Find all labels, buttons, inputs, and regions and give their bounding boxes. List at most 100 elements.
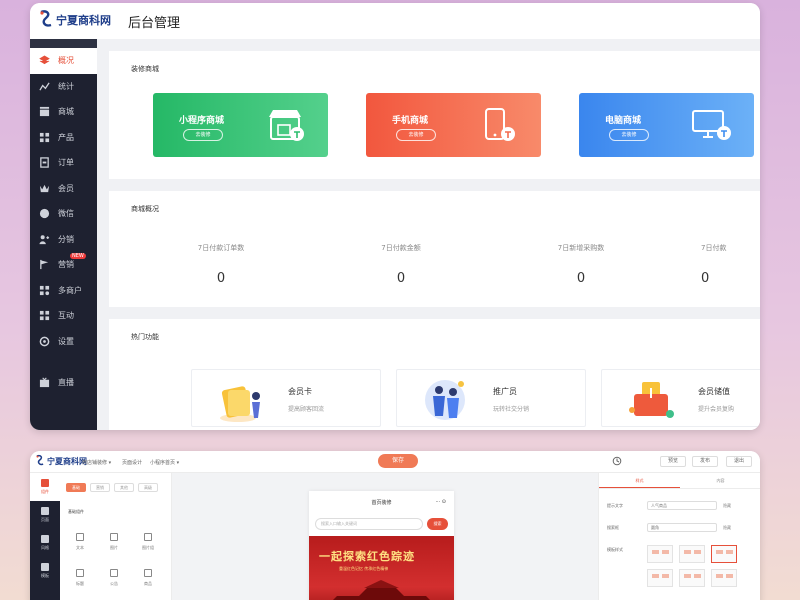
sidebar-item-merchants[interactable]: 多商户 — [30, 278, 97, 304]
feature-stored-value[interactable]: 会员储值 提升会员复购 — [601, 369, 760, 427]
feature-desc: 玩转社交分销 — [493, 406, 530, 413]
editor-nav-page[interactable]: 页面 — [30, 501, 60, 529]
feature-member-card[interactable]: 会员卡 提高顾客回流 — [191, 369, 381, 427]
decorate-button[interactable]: 去装修 — [183, 129, 223, 141]
tab-content[interactable]: 内容 — [680, 473, 760, 488]
editor-logo[interactable]: 宁夏商科网 — [35, 454, 87, 468]
feature-name: 会员卡 — [288, 387, 312, 396]
site-selector[interactable]: 微店铺装修 ▾ — [82, 459, 111, 466]
search-input[interactable]: 搜索入口输入关键词 — [315, 518, 423, 530]
sidebar-item-wechat[interactable]: 微信 — [30, 201, 97, 227]
miniapp-mall-card[interactable]: 小程序商城 去装修 — [153, 93, 328, 157]
admin-window: 宁夏商科网 后台管理 概况 统计 商城 产品 订单 会员 微信 分销 营销 NE… — [30, 3, 760, 430]
sidebar-item-marketing[interactable]: 营销 NEW — [30, 252, 97, 278]
template-style-option[interactable] — [647, 545, 673, 563]
template-style-option[interactable] — [679, 569, 705, 587]
phone-controls[interactable]: ··· ⊙ — [435, 499, 446, 505]
sidebar-item-orders[interactable]: 订单 — [30, 150, 97, 176]
hide-toggle[interactable]: 隐藏 — [723, 525, 731, 531]
banner-image[interactable]: 一起探索红色踪迹 重温红色记忆 传承红色精神 — [309, 536, 454, 600]
design-label: 页面设计 — [122, 460, 143, 466]
component-label: 商品 — [144, 581, 152, 586]
sidebar-item-interaction[interactable]: 互动 — [30, 303, 97, 329]
hot-title: 热门功能 — [131, 333, 159, 341]
wechat-icon — [39, 208, 50, 219]
stat-paid-orders: 7日付款订单数 0 — [161, 243, 281, 286]
tab-other[interactable]: 其他 — [114, 483, 134, 492]
prop-searchbox-select[interactable]: 圆角 — [647, 523, 717, 532]
preview-button[interactable]: 预览 — [660, 456, 686, 467]
stat-paid-partial: 7日付款 0 — [701, 243, 760, 286]
desktop-icon — [692, 110, 731, 140]
history-icon[interactable] — [612, 456, 622, 466]
component-notice[interactable]: 公告 — [100, 569, 128, 591]
feature-name: 会员储值 — [698, 387, 730, 396]
sidebar-item-members[interactable]: 会员 — [30, 176, 97, 202]
template-style-option[interactable] — [647, 569, 673, 587]
component-icon — [41, 479, 49, 487]
phone-title: 首页装修 — [371, 500, 392, 506]
sidebar-item-distribution[interactable]: 分销 — [30, 227, 97, 253]
template-icon — [41, 563, 49, 571]
publish-button[interactable]: 发布 — [692, 456, 718, 467]
banner-subtitle: 重温红色记忆 传承红色精神 — [339, 566, 389, 571]
prop-hint-input[interactable]: 人气商品 — [647, 501, 717, 510]
sidebar-header — [30, 39, 97, 48]
tab-advanced[interactable]: 高级 — [138, 483, 158, 492]
tab-basic[interactable]: 基础 — [66, 483, 86, 492]
feature-promoter[interactable]: 推广员 玩转社交分销 — [396, 369, 586, 427]
search-button[interactable]: 搜索 — [427, 518, 448, 530]
exit-button[interactable]: 退出 — [726, 456, 752, 467]
order-icon — [39, 157, 50, 168]
image-icon — [110, 533, 118, 541]
brand-logo[interactable]: 宁夏商科网 — [38, 9, 111, 31]
settings-icon — [39, 336, 50, 347]
component-image-group[interactable]: 图片组 — [134, 533, 162, 555]
page-selector[interactable]: 小程序首页 ▾ — [150, 459, 179, 466]
page-title: 后台管理 — [128, 16, 181, 31]
editor-sidebar: 组件 页面 风格 模板 — [30, 473, 60, 600]
component-product[interactable]: 商品 — [134, 569, 162, 591]
stat-value: 0 — [576, 271, 586, 286]
interact-icon — [39, 310, 50, 321]
sidebar-item-products[interactable]: 产品 — [30, 125, 97, 151]
component-title[interactable]: 标题 — [66, 569, 94, 591]
promoter-illustration — [425, 380, 465, 420]
overview-title: 商城概况 — [131, 205, 159, 213]
editor-nav-components[interactable]: 组件 — [30, 473, 60, 501]
sidebar-item-mall[interactable]: 商城 — [30, 99, 97, 125]
component-label: 图片 — [110, 545, 118, 550]
template-style-option[interactable] — [711, 569, 737, 587]
tab-marketing[interactable]: 营销 — [90, 483, 110, 492]
editor-nav-style[interactable]: 风格 — [30, 529, 60, 557]
editor-nav-template[interactable]: 模板 — [30, 557, 60, 585]
component-panel: 基础 营销 其他 高级 基础组件 文本 图片 图片组 标题 公告 商品 — [60, 473, 172, 600]
sidebar-item-stats[interactable]: 统计 — [30, 74, 97, 100]
decorate-button[interactable]: 去装修 — [609, 129, 649, 141]
component-label: 图片组 — [142, 545, 154, 550]
sidebar-item-settings[interactable]: 设置 — [30, 329, 97, 355]
editor-nav-label: 页面 — [41, 517, 49, 522]
desktop-mall-card[interactable]: 电脑商城 去装修 — [579, 93, 754, 157]
stat-value: 0 — [396, 271, 406, 286]
mobile-mall-card[interactable]: 手机商城 去装修 — [366, 93, 541, 157]
stat-label: 7日付款金额 — [381, 244, 421, 252]
chart-line-icon — [39, 81, 50, 92]
save-button[interactable]: 保存 — [378, 454, 418, 468]
component-image[interactable]: 图片 — [100, 533, 128, 555]
sidebar-item-overview[interactable]: 概况 — [30, 48, 97, 74]
mall-label: 小程序商城 — [179, 116, 225, 126]
sidebar-item-live[interactable]: 直播 — [30, 370, 97, 396]
sidebar-item-label: 直播 — [58, 378, 74, 388]
new-badge: NEW — [70, 253, 86, 259]
template-style-option[interactable] — [711, 545, 737, 563]
decorate-button[interactable]: 去装修 — [396, 129, 436, 141]
feature-name: 推广员 — [493, 387, 517, 396]
mall-label: 手机商城 — [392, 116, 429, 126]
template-style-option[interactable] — [679, 545, 705, 563]
tab-style[interactable]: 样式 — [599, 473, 680, 488]
component-label: 文本 — [76, 545, 84, 550]
component-group-title: 基础组件 — [68, 509, 84, 514]
component-text[interactable]: 文本 — [66, 533, 94, 555]
hide-toggle[interactable]: 隐藏 — [723, 503, 731, 509]
